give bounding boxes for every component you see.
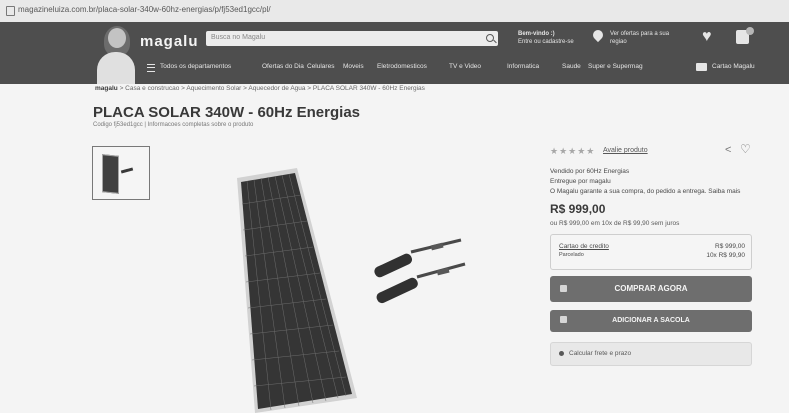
- connector-cables: [374, 238, 466, 304]
- location-line2[interactable]: regiao: [610, 39, 627, 45]
- payment-label[interactable]: Cartao de credito: [559, 243, 609, 250]
- product-thumbnail[interactable]: [92, 146, 150, 200]
- nav-category[interactable]: Informatica: [507, 60, 539, 74]
- credit-card-icon: [696, 63, 707, 71]
- search-input[interactable]: Busca no Magalu: [206, 31, 498, 46]
- breadcrumb-path[interactable]: > Casa e construcao > Aquecimento Solar …: [120, 85, 425, 92]
- product-code[interactable]: Codigo fj53ed1gcc | Informacoes completa…: [93, 122, 253, 128]
- nav-category[interactable]: Ofertas do Dia: [262, 60, 304, 74]
- product-price: R$ 999,00: [550, 202, 606, 216]
- payment-option[interactable]: Cartao de credito Parcelado R$ 999,00 10…: [550, 234, 752, 270]
- wishlist-heart-icon[interactable]: ♥: [702, 29, 712, 45]
- payment-sub: Parcelado: [559, 252, 584, 258]
- guarantee-text[interactable]: O Magalu garante a sua compra, do pedido…: [550, 188, 740, 195]
- shipping-calculator[interactable]: Calcular frete e prazo: [550, 342, 752, 366]
- greeting-subtitle[interactable]: Entre ou cadastre-se: [518, 39, 574, 45]
- payment-value: R$ 999,00: [715, 243, 745, 250]
- cart-icon: [560, 285, 567, 292]
- add-to-bag-label: ADICIONAR A SACOLA: [612, 317, 690, 324]
- location-line1[interactable]: Ver ofertas para a sua: [610, 31, 669, 37]
- buy-box: ★★★★★ Avalie produto < ♡ Vendido por 60H…: [540, 136, 752, 366]
- installments-text: ou R$ 999,00 em 10x de R$ 99,90 sem juro…: [550, 220, 680, 227]
- lock-icon: [6, 6, 15, 16]
- magalu-card-link[interactable]: Cartao Magalu: [712, 60, 755, 74]
- breadcrumb: magalu > Casa e construcao > Aquecimento…: [95, 85, 425, 92]
- location-icon: [559, 351, 564, 356]
- seller-info[interactable]: Vendido por 60Hz Energias: [550, 168, 629, 175]
- buy-now-button[interactable]: COMPRAR AGORA: [550, 276, 752, 302]
- shopping-bag-icon[interactable]: [736, 27, 754, 44]
- favorite-heart-icon[interactable]: ♡: [740, 142, 751, 156]
- site-logo[interactable]: magalu: [140, 33, 199, 50]
- payment-installment-value: 10x R$ 99,90: [706, 252, 745, 259]
- product-title: PLACA SOLAR 340W - 60Hz Energias: [93, 104, 361, 121]
- greeting-title[interactable]: Bem-vindo :): [518, 31, 555, 37]
- buy-now-label: COMPRAR AGORA: [614, 284, 688, 293]
- shipping-label: Calcular frete e prazo: [569, 350, 632, 357]
- add-to-bag-button[interactable]: ADICIONAR A SACOLA: [550, 310, 752, 332]
- nav-category[interactable]: Moveis: [343, 60, 364, 74]
- bag-icon: [560, 316, 567, 323]
- menu-hamburger-icon[interactable]: [147, 64, 155, 72]
- breadcrumb-home[interactable]: magalu: [95, 85, 118, 92]
- browser-url-bar[interactable]: magazineluiza.com.br/placa-solar-340w-60…: [0, 0, 789, 23]
- nav-category[interactable]: Super e Supermag: [588, 60, 643, 74]
- mascot-image: [92, 26, 140, 84]
- share-icon[interactable]: <: [725, 144, 731, 156]
- search-placeholder: Busca no Magalu: [211, 34, 266, 41]
- all-departments-menu[interactable]: Todos os departamentos: [160, 60, 231, 74]
- nav-category[interactable]: Celulares: [307, 60, 334, 74]
- rating-stars[interactable]: ★★★★★: [550, 146, 595, 157]
- nav-category[interactable]: Eletrodomesticos: [377, 60, 427, 74]
- rate-product-link[interactable]: Avalie produto: [603, 147, 648, 154]
- delivered-by: Entregue por magalu: [550, 178, 611, 185]
- nav-category[interactable]: Saude: [562, 60, 581, 74]
- search-icon[interactable]: [486, 34, 494, 42]
- solar-panel-image: [237, 168, 466, 413]
- nav-category[interactable]: TV e Video: [449, 60, 481, 74]
- url-text[interactable]: magazineluiza.com.br/placa-solar-340w-60…: [18, 5, 318, 14]
- cart-count-badge: [746, 27, 754, 35]
